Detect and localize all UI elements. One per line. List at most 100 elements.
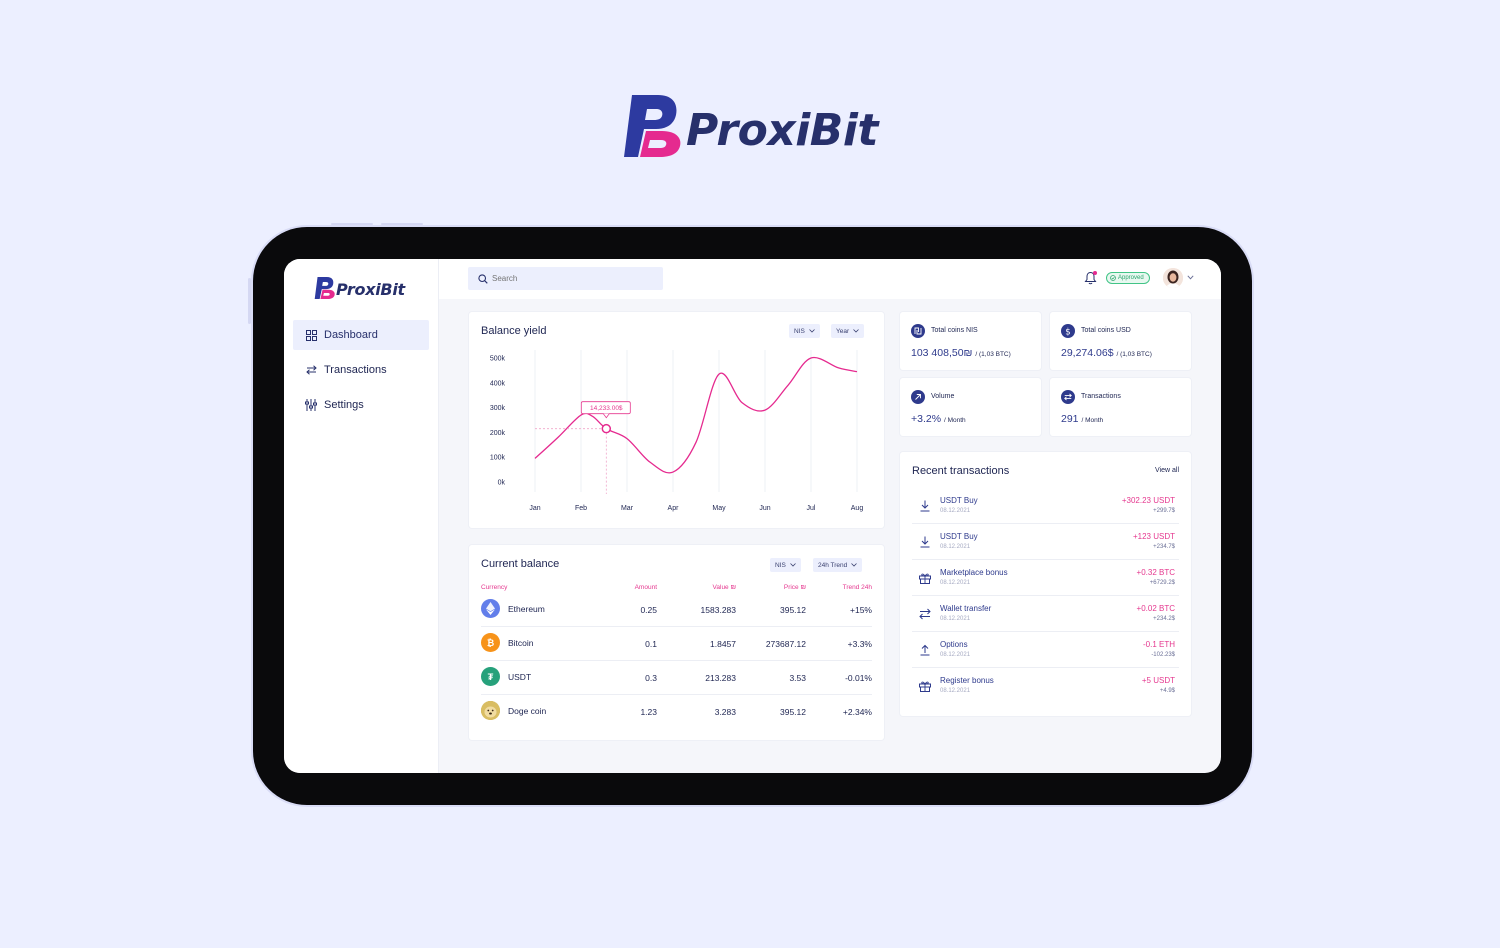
coin-name: Bitcoin <box>508 638 534 648</box>
bitcoin-icon: ₿ <box>481 633 500 652</box>
table-row[interactable]: ₿ Bitcoin 0.1 1.8457 273687.12 +3.3% <box>481 627 872 661</box>
transaction-name: Options <box>940 640 968 649</box>
transaction-amount: +302.23 USDT <box>1121 496 1175 505</box>
search-input[interactable] <box>492 274 652 283</box>
column-header-amount: Amount <box>634 584 657 591</box>
transaction-name: Wallet transfer <box>940 604 992 613</box>
trend-cell: +3.3% <box>847 639 872 649</box>
price-cell: 273687.12 <box>765 639 806 649</box>
transaction-date: 08.12.2021 <box>940 688 971 694</box>
stat-card-volume[interactable]: Volume +3.2% / Month <box>900 378 1041 436</box>
gift-icon <box>919 573 931 584</box>
transaction-date: 08.12.2021 <box>940 544 971 550</box>
status-badge-label: Approved <box>1118 275 1144 281</box>
transaction-usd: +6729.2$ <box>1149 580 1175 586</box>
gift-icon <box>919 681 931 692</box>
sidebar-wordmark: ProxiBit <box>336 280 405 299</box>
check-circle-icon <box>1110 275 1116 281</box>
highlight-point <box>601 423 612 434</box>
transaction-row[interactable]: USDT Buy 08.12.2021 +302.23 USDT +299.7$ <box>912 488 1179 524</box>
transaction-row[interactable]: Marketplace bonus 08.12.2021 +0.32 BTC +… <box>912 560 1179 596</box>
table-row[interactable]: ₮ USDT 0.3 213.283 3.53 -0.01% <box>481 661 872 695</box>
sidebar-logo[interactable]: ProxiBit <box>314 275 405 301</box>
price-cell: 395.12 <box>780 707 806 717</box>
search-box[interactable] <box>468 267 663 290</box>
y-tick-label: 200k <box>490 430 506 437</box>
price-cell: 3.53 <box>789 673 806 683</box>
x-tick-label: Feb <box>575 505 587 512</box>
value-cell: 1.8457 <box>710 639 736 649</box>
stat-value: +3.2% / Month <box>911 413 966 425</box>
select-value: 24h Trend <box>818 561 848 569</box>
transaction-usd: +299.7$ <box>1153 508 1175 514</box>
stat-label: Transactions <box>1081 393 1121 400</box>
select-value: NIS <box>775 561 786 569</box>
stat-number: 291 <box>1061 413 1079 425</box>
arrows-swap-icon <box>304 363 318 377</box>
coin-name: Doge coin <box>508 706 547 716</box>
value-cell: 3.283 <box>714 707 736 717</box>
download-icon <box>920 500 930 512</box>
stat-label: Total coins USD <box>1081 327 1131 334</box>
value-cell: 1583.283 <box>700 605 736 615</box>
stat-label: Volume <box>931 393 955 400</box>
tooltip-label: 14,233.00$ <box>590 405 623 412</box>
card-title: Recent transactions <box>912 465 1010 477</box>
column-header-currency: Currency <box>481 584 508 591</box>
x-tick-label: Aug <box>851 505 864 512</box>
transaction-amount: +0.32 BTC <box>1136 568 1175 577</box>
stat-card-total-nis[interactable]: Total coins NIS 103 408,50₪ / (1,03 BTC) <box>900 312 1041 370</box>
sidebar-item-transactions[interactable]: Transactions <box>293 355 429 385</box>
sidebar-item-label: Settings <box>324 399 364 411</box>
stat-card-transactions[interactable]: Transactions 291 / Month <box>1050 378 1191 436</box>
sidebar-item-settings[interactable]: Settings <box>293 390 429 420</box>
status-badge: Approved <box>1106 272 1150 284</box>
sliders-icon <box>304 398 318 412</box>
currency-select[interactable]: NIS <box>770 558 801 572</box>
dollar-icon: $ <box>1061 324 1075 338</box>
avatar[interactable] <box>1163 268 1183 288</box>
sidebar-item-dashboard[interactable]: Dashboard <box>293 320 429 350</box>
trend-select[interactable]: 24h Trend <box>813 558 863 572</box>
x-tick-label: Mar <box>621 505 634 512</box>
stat-number: +3.2% <box>911 413 942 425</box>
proxibit-logo-mark <box>314 277 335 299</box>
trend-cell: +2.34% <box>842 707 872 717</box>
chevron-down-icon[interactable] <box>1187 275 1194 280</box>
proxibit-logo-mark <box>624 95 681 157</box>
dogecoin-icon <box>481 701 500 720</box>
view-all-link[interactable]: View all <box>1155 467 1179 474</box>
table-row[interactable]: Ethereum 0.25 1583.283 395.12 +15% <box>481 593 872 627</box>
x-tick-label: Jan <box>529 505 540 512</box>
transaction-usd: +4.9$ <box>1159 688 1175 694</box>
tablet-button <box>381 223 423 225</box>
transaction-row[interactable]: Wallet transfer 08.12.2021 +0.02 BTC +23… <box>912 596 1179 632</box>
y-tick-label: 500k <box>490 356 506 363</box>
y-tick-label: 300k <box>490 405 506 412</box>
transaction-row[interactable]: USDT Buy 08.12.2021 +123 USDT +234.7$ <box>912 524 1179 560</box>
stat-sub: / (1,03 BTC) <box>1116 351 1152 358</box>
stat-card-total-usd[interactable]: $ Total coins USD 29,274.06$ / (1,03 BTC… <box>1050 312 1191 370</box>
grid-icon <box>304 328 318 342</box>
x-tick-label: Jun <box>759 505 770 512</box>
amount-cell: 0.25 <box>640 605 657 615</box>
tablet-button <box>331 223 373 225</box>
stat-label: Total coins NIS <box>931 327 978 334</box>
svg-text:$: $ <box>1065 327 1070 336</box>
notification-bell[interactable] <box>1084 271 1098 285</box>
transaction-row[interactable]: Register bonus 08.12.2021 +5 USDT +4.9$ <box>912 668 1179 704</box>
stat-sub: / Month <box>944 417 966 424</box>
table-row[interactable]: Doge coin 1.23 3.283 395.12 +2.34% <box>481 695 872 729</box>
transaction-row[interactable]: Options 08.12.2021 -0.1 ETH -102.23$ <box>912 632 1179 668</box>
stat-sub: / Month <box>1081 417 1104 424</box>
balance-yield-card: Balance yield NIS Year Jan Feb Mar Apr May Ju… <box>469 312 884 528</box>
trend-cell: -0.01% <box>845 673 872 683</box>
stat-number: 29,274.06$ <box>1061 347 1114 359</box>
column-header-value: Value ₪ <box>712 584 736 591</box>
x-tick-label: Apr <box>668 505 680 512</box>
ethereum-icon <box>481 599 500 618</box>
notification-dot <box>1093 271 1097 275</box>
sidebar: ProxiBit Dashboard Transactions Settings <box>284 259 439 773</box>
transaction-amount: +0.02 BTC <box>1136 604 1175 613</box>
coin-name: USDT <box>508 672 532 682</box>
